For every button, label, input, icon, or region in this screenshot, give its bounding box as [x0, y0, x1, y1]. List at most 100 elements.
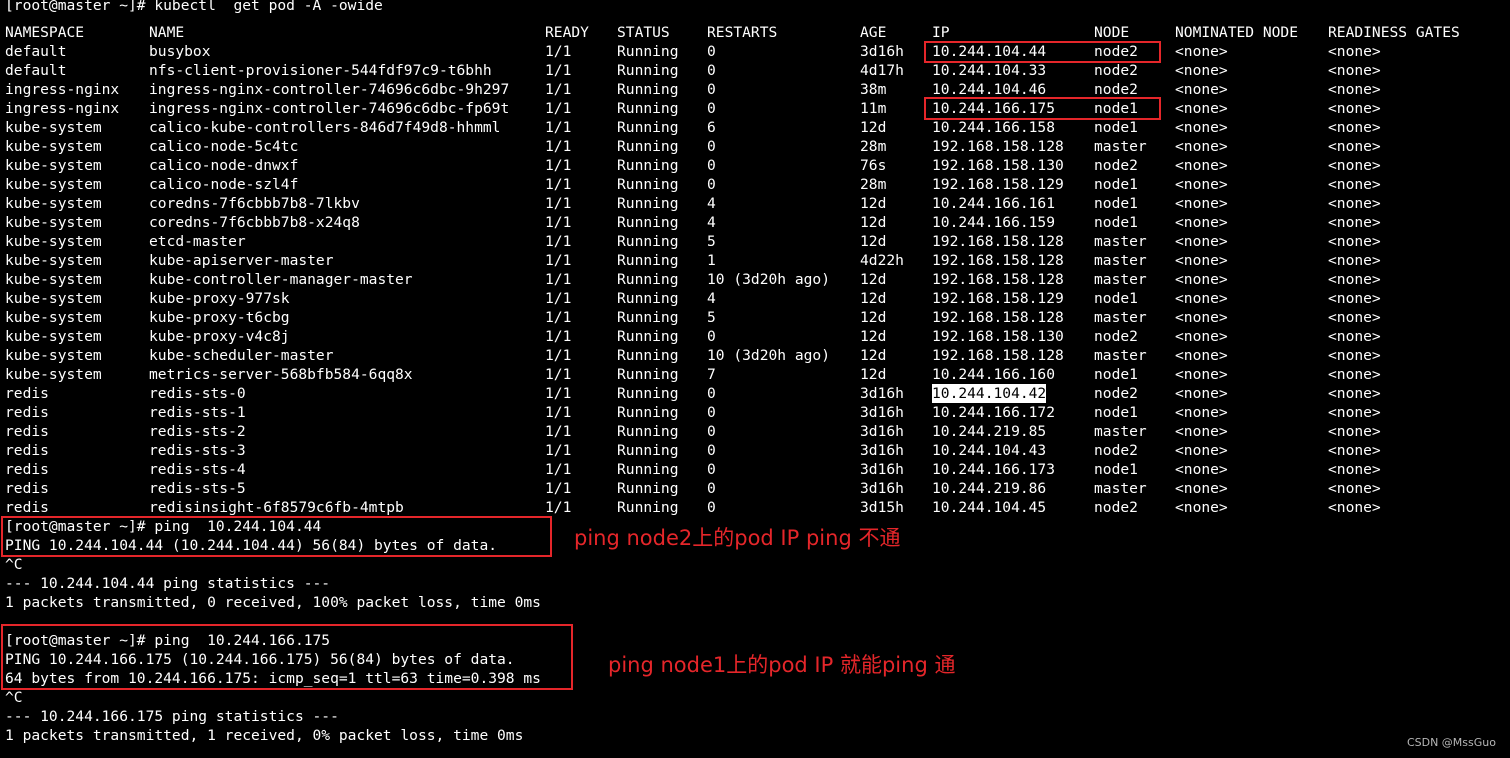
cell-name: etcd-master: [149, 233, 246, 250]
cell-readiness-gates: <none>: [1328, 366, 1381, 383]
cell-readiness-gates: <none>: [1328, 442, 1381, 459]
cell-nominated-node: <none>: [1175, 62, 1228, 79]
highlight-box-ping-node1: [1, 624, 573, 690]
cell-node: master: [1094, 252, 1147, 269]
highlight-box-busybox-ip: [924, 41, 1161, 63]
cell-readiness-gates: <none>: [1328, 138, 1381, 155]
cell-ip: 10.244.166.158: [932, 119, 1056, 136]
cell-node: node2: [1094, 499, 1138, 516]
cell-node: node1: [1094, 195, 1138, 212]
cell-status: Running: [617, 404, 679, 421]
cell-status: Running: [617, 290, 679, 307]
cell-namespace: kube-system: [5, 138, 102, 155]
ping1-stats-title: --- 10.244.104.44 ping statistics ---: [5, 575, 331, 592]
cell-age: 28m: [860, 138, 887, 155]
highlight-box-ping-node2: [1, 516, 552, 557]
cell-age: 38m: [860, 81, 887, 98]
cell-ready: 1/1: [545, 271, 572, 288]
cell-namespace: ingress-nginx: [5, 81, 120, 98]
cell-node: node2: [1094, 385, 1138, 402]
cell-readiness-gates: <none>: [1328, 480, 1381, 497]
cell-age: 28m: [860, 176, 887, 193]
cell-status: Running: [617, 385, 679, 402]
cell-status: Running: [617, 461, 679, 478]
cell-ready: 1/1: [545, 366, 572, 383]
cell-nominated-node: <none>: [1175, 81, 1228, 98]
cell-nominated-node: <none>: [1175, 404, 1228, 421]
cell-readiness-gates: <none>: [1328, 81, 1381, 98]
cell-name: metrics-server-568bfb584-6qq8x: [149, 366, 413, 383]
cell-restarts: 6: [707, 119, 716, 136]
cell-ready: 1/1: [545, 119, 572, 136]
cell-ready: 1/1: [545, 100, 572, 117]
cell-status: Running: [617, 233, 679, 250]
cell-nominated-node: <none>: [1175, 309, 1228, 326]
cell-node: node2: [1094, 442, 1138, 459]
cell-age: 11m: [860, 100, 887, 117]
cell-namespace: kube-system: [5, 366, 102, 383]
cell-status: Running: [617, 480, 679, 497]
cell-ip: 192.168.158.128: [932, 347, 1064, 364]
cell-namespace: redis: [5, 442, 49, 459]
cell-status: Running: [617, 423, 679, 440]
cell-age: 12d: [860, 328, 887, 345]
ping2-interrupt: ^C: [5, 689, 23, 706]
col-ready: READY: [545, 24, 589, 41]
table-header-row: NAMESPACE NAME READY STATUS RESTARTS AGE…: [5, 23, 1460, 42]
cell-name: calico-kube-controllers-846d7f49d8-hhmml: [149, 119, 501, 136]
cell-status: Running: [617, 366, 679, 383]
cell-namespace: kube-system: [5, 271, 102, 288]
cell-restarts: 0: [707, 499, 716, 516]
cell-age: 3d16h: [860, 442, 904, 459]
cell-restarts: 4: [707, 214, 716, 231]
cell-age: 3d16h: [860, 43, 904, 60]
cell-age: 12d: [860, 195, 887, 212]
cell-nominated-node: <none>: [1175, 480, 1228, 497]
cell-node: node1: [1094, 461, 1138, 478]
ping2-stats-title: --- 10.244.166.175 ping statistics ---: [5, 708, 339, 725]
cell-age: 12d: [860, 366, 887, 383]
cell-ready: 1/1: [545, 176, 572, 193]
cell-status: Running: [617, 119, 679, 136]
cell-name: calico-node-dnwxf: [149, 157, 299, 174]
cell-age: 12d: [860, 347, 887, 364]
cell-restarts: 1: [707, 252, 716, 269]
cell-nominated-node: <none>: [1175, 252, 1228, 269]
cell-ip: 192.168.158.130: [932, 328, 1064, 345]
cell-namespace: kube-system: [5, 347, 102, 364]
cell-ip: 10.244.219.86: [932, 480, 1047, 497]
cell-name: redis-sts-4: [149, 461, 246, 478]
cell-node: master: [1094, 423, 1147, 440]
cell-restarts: 7: [707, 366, 716, 383]
cell-age: 3d16h: [860, 480, 904, 497]
cell-ip: 10.244.104.45: [932, 499, 1047, 516]
cell-ready: 1/1: [545, 309, 572, 326]
cell-namespace: kube-system: [5, 328, 102, 345]
cell-namespace: kube-system: [5, 252, 102, 269]
cell-ip: 192.168.158.128: [932, 233, 1064, 250]
cell-ready: 1/1: [545, 404, 572, 421]
cell-node: node1: [1094, 366, 1138, 383]
cell-namespace: redis: [5, 404, 49, 421]
cell-nominated-node: <none>: [1175, 214, 1228, 231]
cell-readiness-gates: <none>: [1328, 214, 1381, 231]
cell-restarts: 0: [707, 385, 716, 402]
cell-name: coredns-7f6cbbb7b8-7lkbv: [149, 195, 360, 212]
cell-ip: 192.168.158.128: [932, 252, 1064, 269]
cell-restarts: 0: [707, 442, 716, 459]
cell-nominated-node: <none>: [1175, 328, 1228, 345]
cell-restarts: 0: [707, 461, 716, 478]
kubectl-command-line: [root@master ~]# kubectl get pod -A -owi…: [5, 0, 383, 14]
cell-node: master: [1094, 271, 1147, 288]
cell-status: Running: [617, 138, 679, 155]
cell-node: master: [1094, 233, 1147, 250]
cell-ip: 10.244.166.161: [932, 195, 1056, 212]
cell-name: kube-controller-manager-master: [149, 271, 413, 288]
ping2-stats: 1 packets transmitted, 1 received, 0% pa…: [5, 727, 524, 744]
cell-ready: 1/1: [545, 290, 572, 307]
cell-readiness-gates: <none>: [1328, 157, 1381, 174]
cell-ip: 10.244.104.33: [932, 62, 1047, 79]
cell-status: Running: [617, 499, 679, 516]
cell-status: Running: [617, 43, 679, 60]
col-age: AGE: [860, 24, 887, 41]
